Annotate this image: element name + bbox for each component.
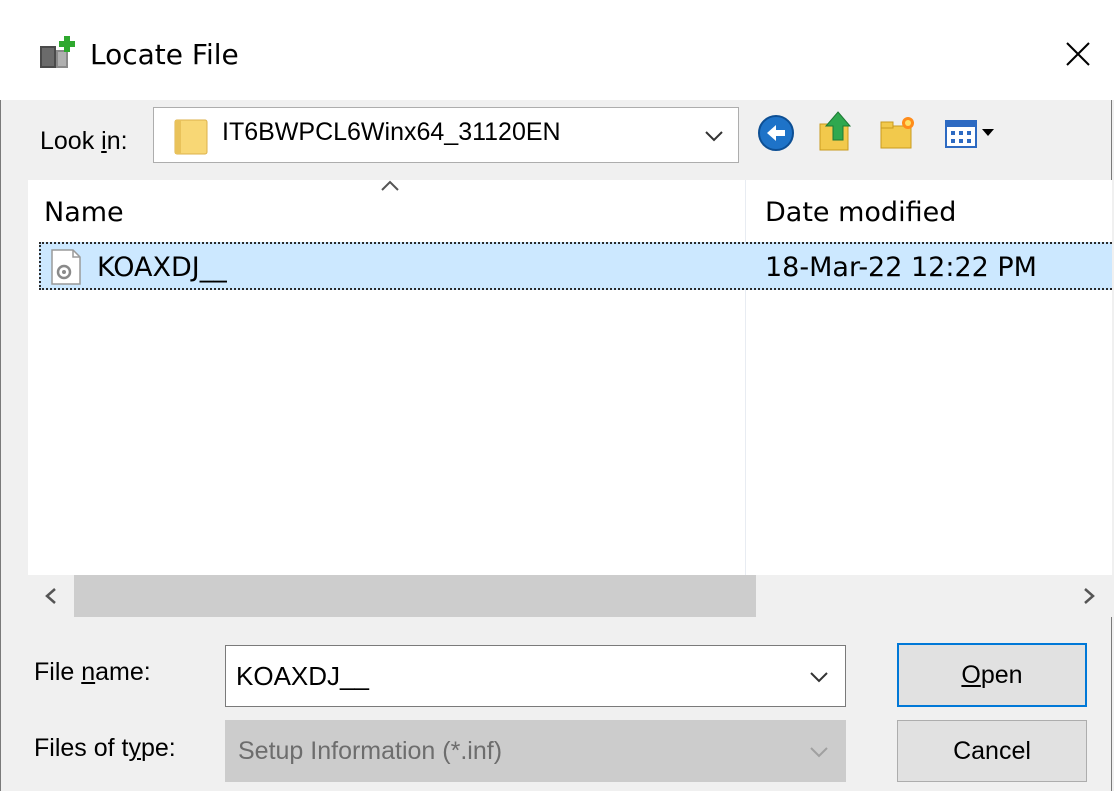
new-folder-button[interactable]: [876, 112, 918, 154]
file-row[interactable]: KOAXDJ__ 18-Mar-22 12:22 PM: [39, 242, 1112, 290]
chevron-left-icon: [45, 588, 56, 604]
cancel-button[interactable]: Cancel: [897, 720, 1087, 782]
title-bar[interactable]: Locate File: [0, 0, 1114, 100]
view-menu-button[interactable]: [940, 112, 1010, 154]
add-hardware-icon: [38, 36, 78, 72]
files-of-type-label: Files of type:: [34, 734, 176, 762]
file-name-combobox[interactable]: [225, 645, 846, 707]
dialog-title: Locate File: [90, 38, 239, 71]
scrollbar-thumb[interactable]: [74, 575, 756, 617]
look-in-value: IT6BWPCL6Winx64_31120EN: [222, 118, 561, 146]
horizontal-scrollbar[interactable]: [28, 575, 1112, 617]
view-menu-icon: [945, 120, 994, 148]
chevron-right-icon: [1084, 588, 1095, 604]
column-header-date-modified[interactable]: Date modified: [765, 197, 956, 228]
back-button[interactable]: [755, 112, 797, 154]
look-in-dropdown[interactable]: IT6BWPCL6Winx64_31120EN: [153, 107, 739, 163]
column-divider[interactable]: [745, 180, 746, 575]
up-folder-icon: [819, 111, 852, 151]
open-button[interactable]: Open: [897, 643, 1087, 707]
folder-icon: [174, 116, 208, 156]
file-list[interactable]: [28, 180, 1112, 575]
column-header-name[interactable]: Name: [44, 197, 124, 228]
file-name-input[interactable]: [236, 656, 796, 696]
new-folder-icon: [880, 117, 914, 149]
up-folder-button[interactable]: [815, 110, 857, 152]
close-button[interactable]: [1046, 22, 1110, 86]
chevron-down-icon: [808, 741, 830, 763]
files-of-type-dropdown[interactable]: Setup Information (*.inf): [225, 720, 846, 782]
file-name: KOAXDJ__: [97, 252, 227, 283]
scroll-left-button[interactable]: [36, 581, 66, 611]
back-icon: [758, 115, 794, 151]
look-in-label: Look in:: [40, 127, 128, 155]
chevron-down-icon[interactable]: [808, 666, 830, 688]
sort-ascending-icon: [378, 178, 402, 192]
files-of-type-value: Setup Information (*.inf): [238, 737, 503, 765]
setup-file-icon: [49, 248, 83, 286]
chevron-down-icon[interactable]: [702, 124, 726, 148]
file-name-label: File name:: [34, 658, 151, 686]
scroll-right-button[interactable]: [1074, 581, 1104, 611]
close-icon: [1066, 42, 1090, 66]
file-date-modified: 18-Mar-22 12:22 PM: [765, 252, 1037, 283]
